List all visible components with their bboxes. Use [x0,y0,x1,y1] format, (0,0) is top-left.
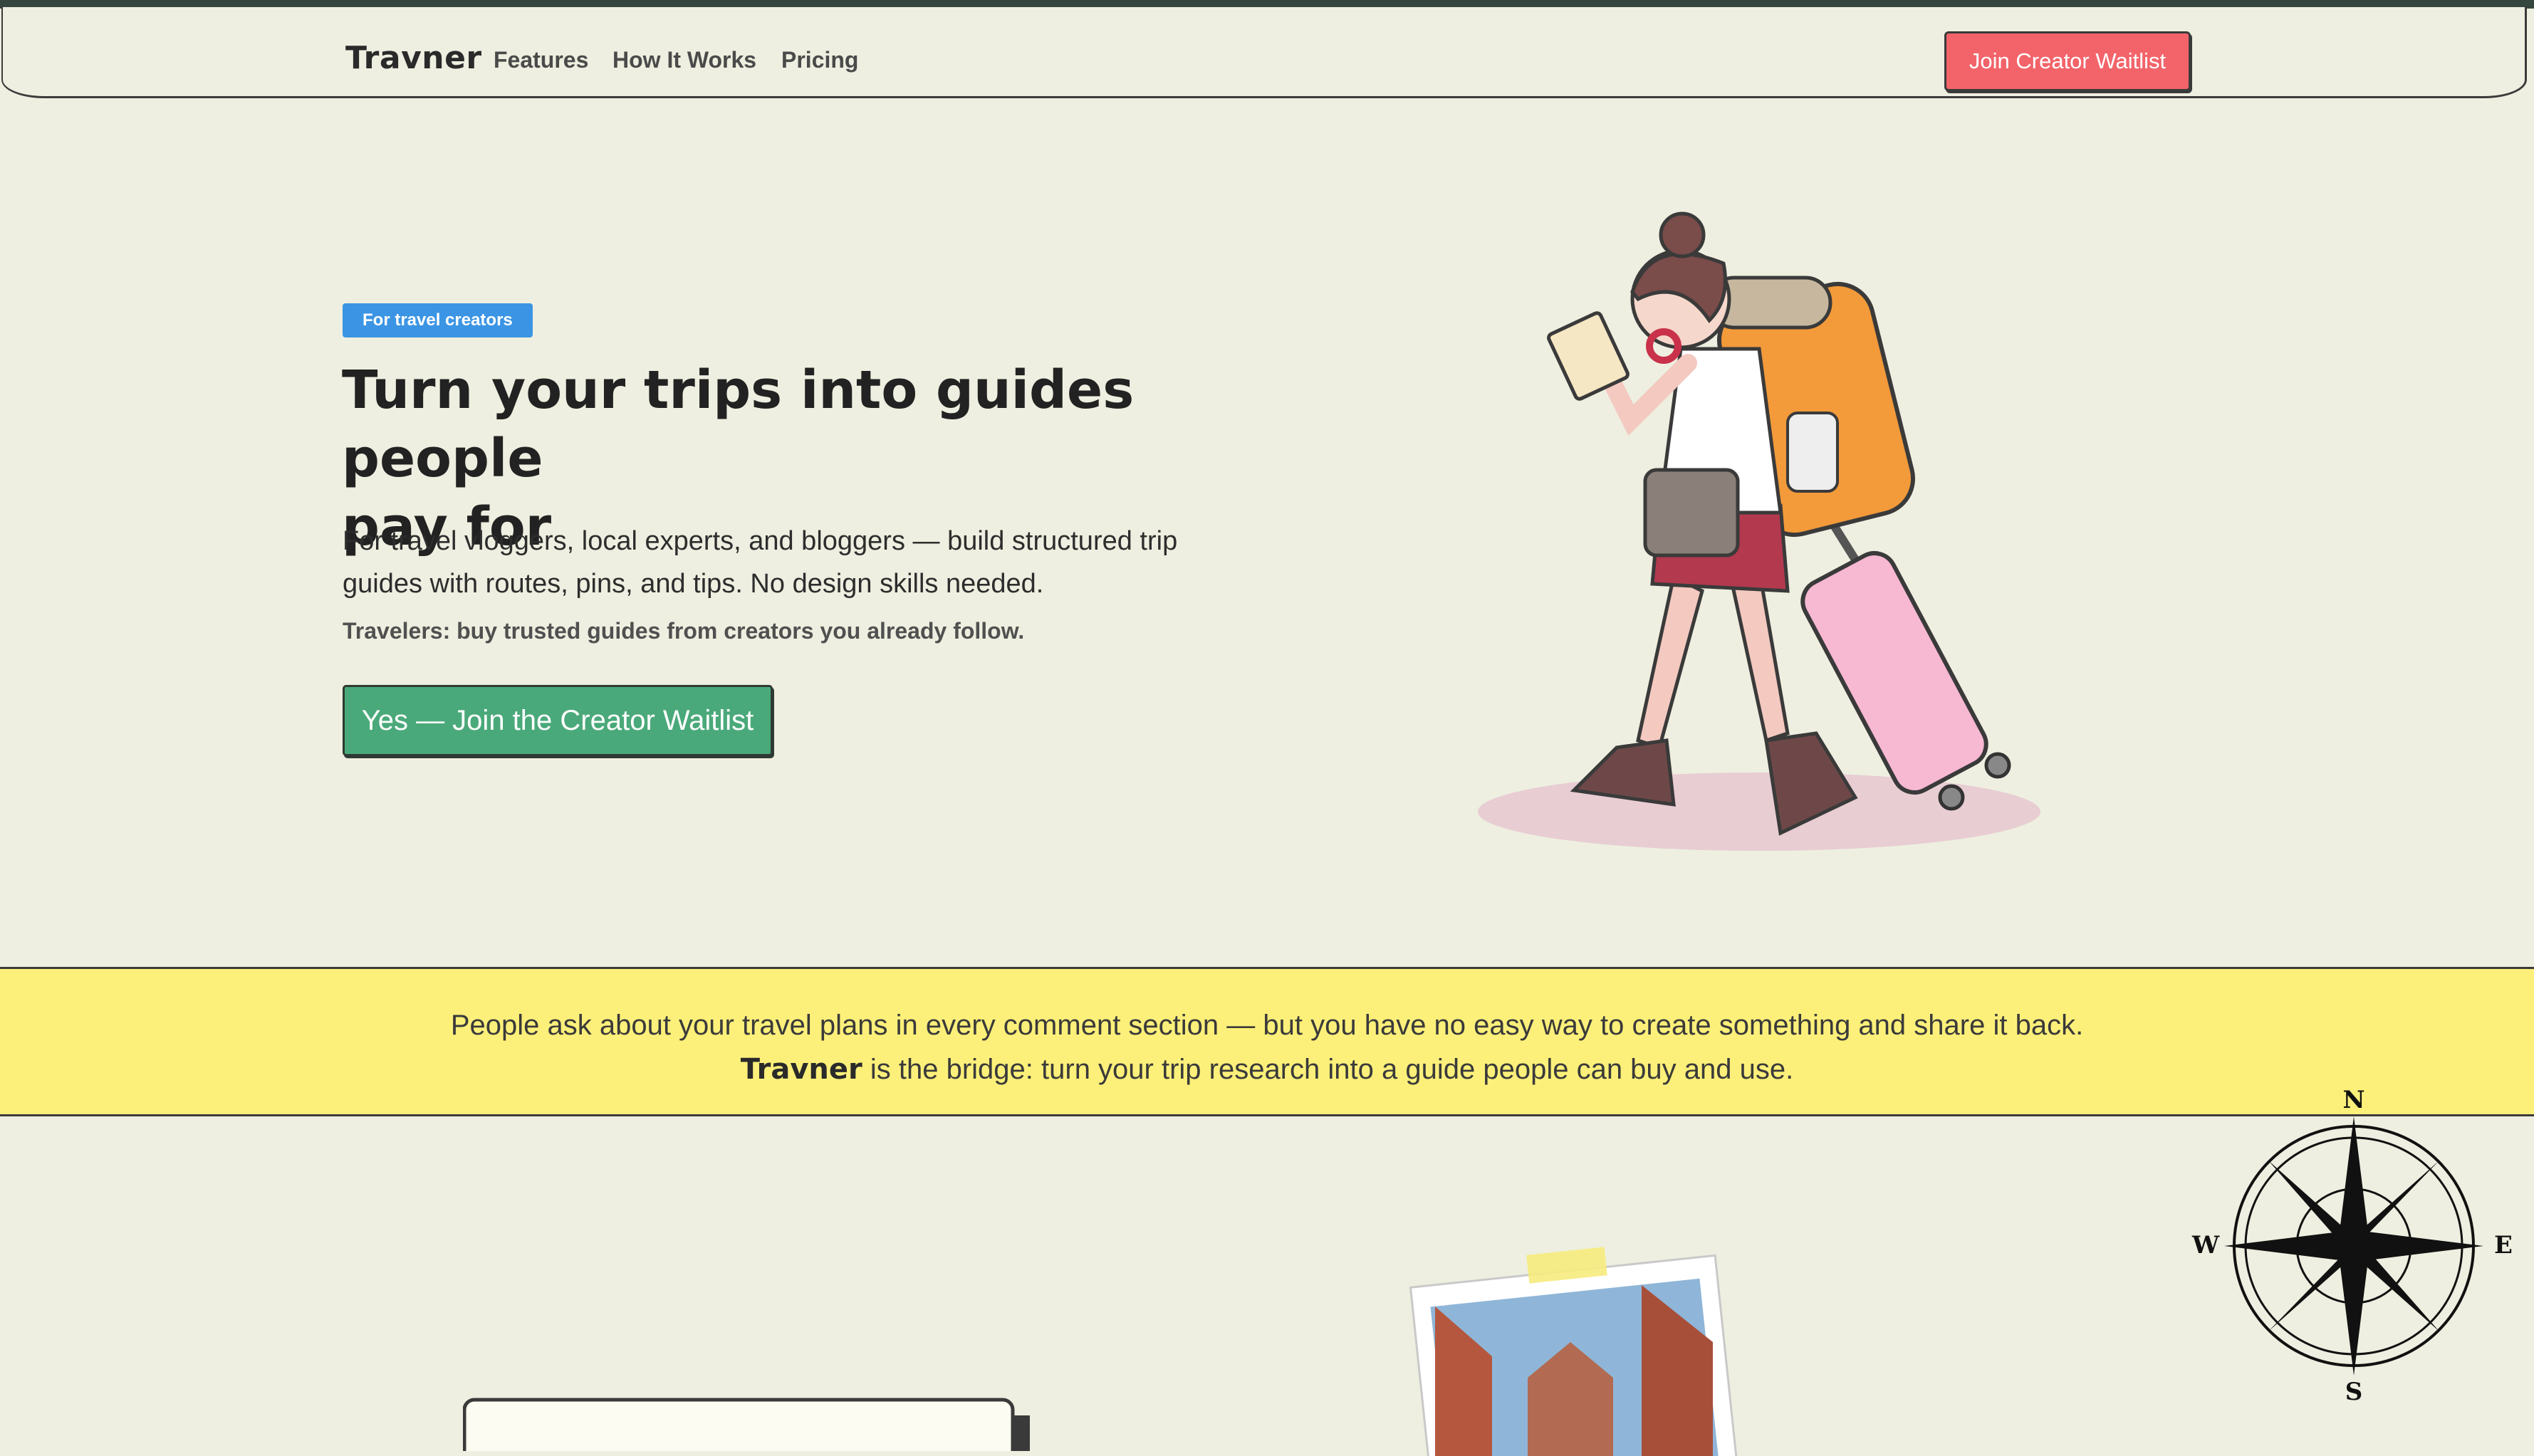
traveler-note: Travelers: buy trusted guides from creat… [343,618,1025,644]
subtitle-line-1: For travel vloggers, local experts, and … [343,526,1178,556]
nav-link-pricing[interactable]: Pricing [781,47,858,73]
hero-subtitle: For travel vloggers, local experts, and … [343,520,1233,605]
polaroid-photo [1409,1247,1739,1456]
nav-link-how-it-works[interactable]: How It Works [612,47,756,73]
content-card-top [463,1398,1030,1451]
traveler-illustration [1478,211,2040,851]
audience-badge: For travel creators [343,303,533,337]
brand-logo[interactable]: Travner [345,40,482,76]
nav-link-features[interactable]: Features [494,47,588,73]
subtitle-line-2: guides with routes, pins, and tips. No d… [343,569,1044,599]
headline-line-1: Turn your trips into guides people [342,360,1135,489]
compass-rose-icon: N S W E [2191,1088,2513,1401]
join-waitlist-hero-button[interactable]: Yes — Join the Creator Waitlist [343,685,773,756]
problem-banner: People ask about your travel plans in ev… [0,967,2534,1116]
banner-line-1: People ask about your travel plans in ev… [450,1010,2084,1041]
banner-line-2-text: is the bridge: turn your trip research i… [862,1054,1794,1085]
banner-brand: Travner [740,1053,862,1086]
banner-line-2: Travner is the bridge: turn your trip re… [0,1047,2534,1091]
navbar: Travner Features How It Works Pricing Jo… [1,7,2527,98]
compass-west-label: W [2191,1231,2220,1259]
compass-south-label: S [2345,1378,2363,1401]
compass-north-label: N [2342,1088,2364,1114]
compass-east-label: E [2494,1231,2513,1259]
join-waitlist-nav-button[interactable]: Join Creator Waitlist [1944,31,2191,91]
